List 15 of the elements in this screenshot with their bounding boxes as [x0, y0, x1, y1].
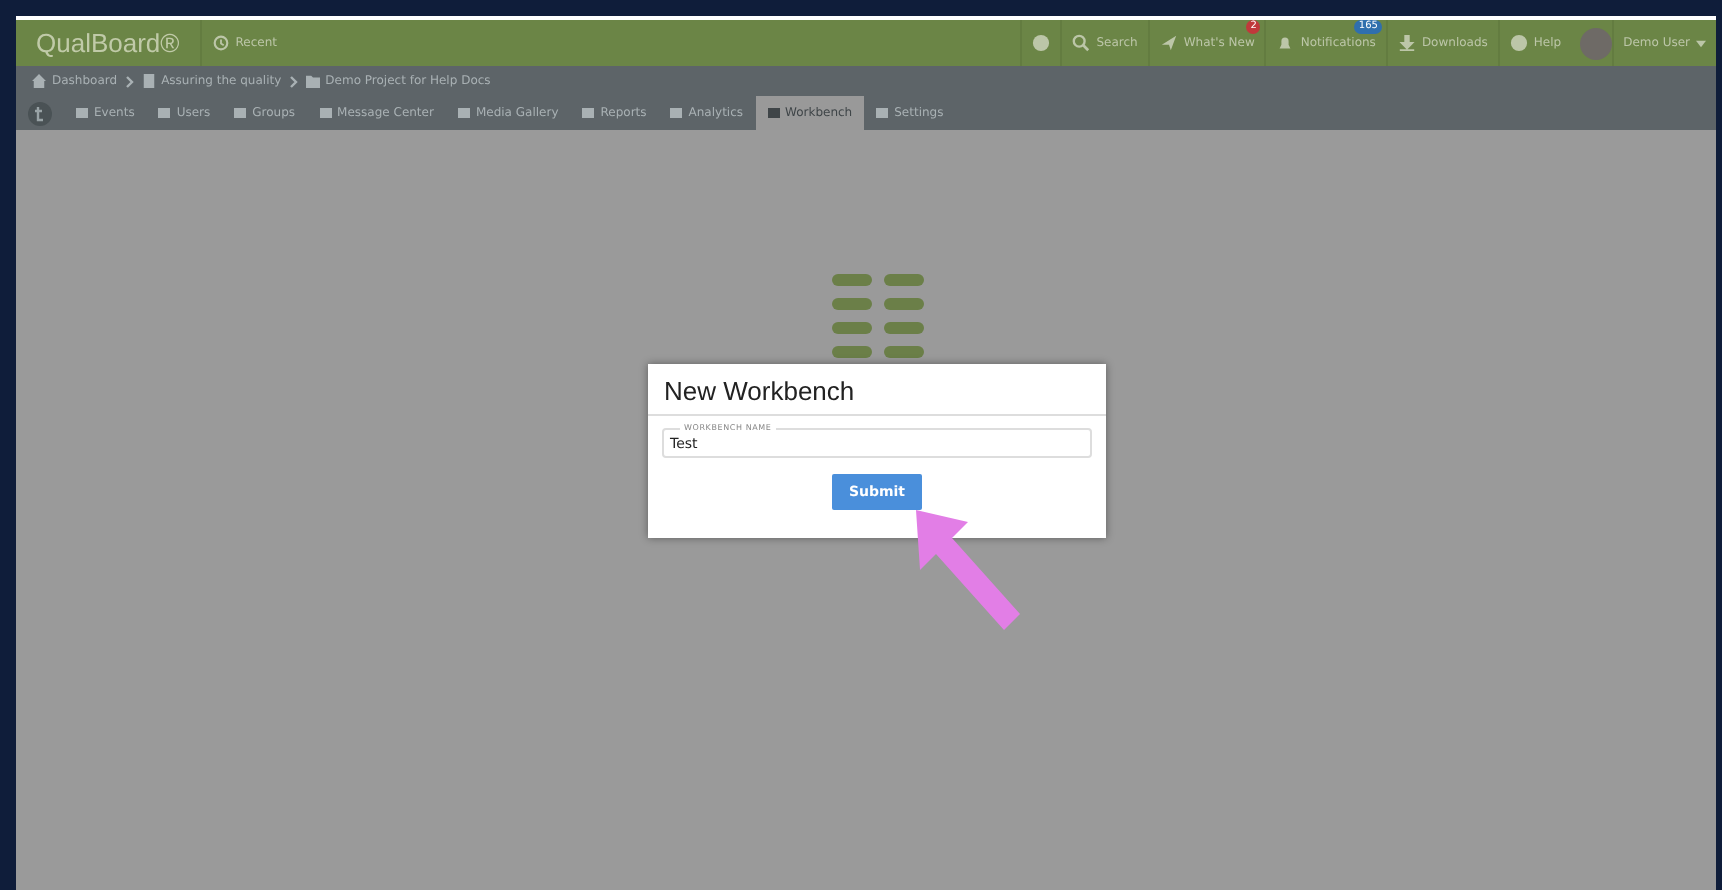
- folder-icon: [305, 74, 320, 88]
- home-icon: [32, 74, 46, 88]
- dialog-title: New Workbench: [648, 364, 1106, 416]
- logo[interactable]: QualBoard®: [16, 20, 200, 66]
- history-icon: [211, 34, 230, 52]
- caret-icon: [1696, 39, 1706, 47]
- workbench-icon: [832, 274, 928, 362]
- document-icon: [141, 74, 156, 88]
- avatar: [1579, 27, 1612, 59]
- logo-icon[interactable]: [28, 101, 52, 125]
- search-icon: [1072, 34, 1091, 52]
- chevron-icon: [289, 75, 298, 87]
- bell-icon: [1276, 34, 1295, 52]
- download-icon: [1397, 34, 1416, 52]
- chevron-icon: [125, 75, 134, 87]
